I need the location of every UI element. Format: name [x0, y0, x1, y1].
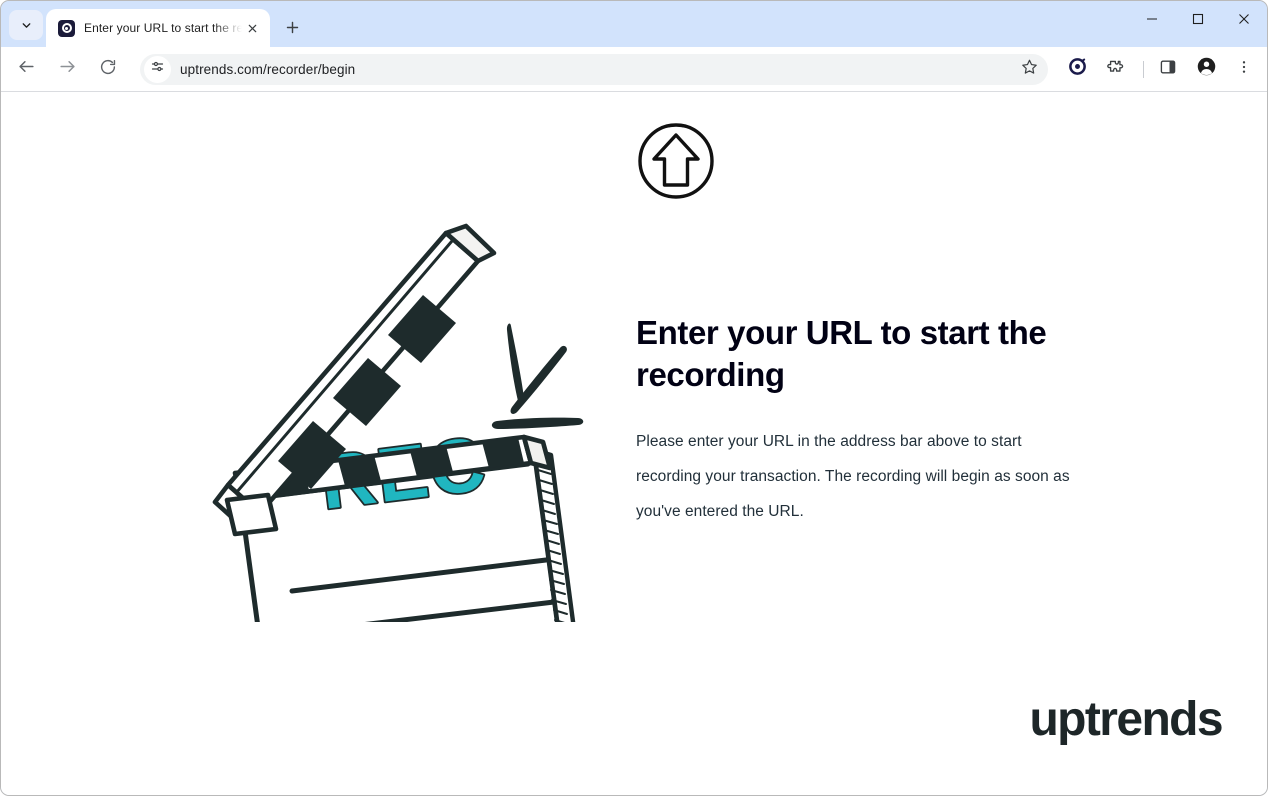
arrow-right-icon: [58, 57, 77, 81]
account-avatar-icon: [1196, 56, 1217, 82]
address-bar-text[interactable]: uptrends.com/recorder/begin: [180, 62, 1016, 77]
close-button[interactable]: [1221, 1, 1267, 41]
reload-button[interactable]: [93, 54, 123, 84]
three-dots-vertical-icon: [1236, 59, 1252, 80]
side-panel-button[interactable]: [1153, 54, 1183, 84]
page-text-block: Enter your URL to start the recording Pl…: [636, 312, 1088, 529]
page-content: REC: [1, 92, 1267, 795]
side-panel-icon: [1159, 58, 1177, 81]
uptrends-recorder-extension-button[interactable]: [1062, 54, 1092, 84]
tune-sliders-icon: [150, 59, 165, 79]
page-title: Enter your URL to start the recording: [636, 314, 1047, 393]
back-button[interactable]: [11, 54, 41, 84]
maximize-icon: [1192, 12, 1204, 30]
site-settings-button[interactable]: [144, 55, 171, 83]
profile-button[interactable]: [1191, 54, 1221, 84]
chevron-down-icon: [20, 19, 33, 32]
reload-icon: [99, 58, 117, 81]
tab-title: Enter your URL to start the reco: [84, 21, 242, 35]
puzzle-piece-icon: [1106, 57, 1125, 81]
browser-window: Enter your URL to start the reco uptrend…: [0, 0, 1268, 796]
clapper-hinge: [224, 492, 279, 537]
arrow-left-icon: [17, 57, 36, 81]
recorder-favicon: [58, 19, 75, 37]
close-icon: [1238, 12, 1250, 30]
tab-search-button[interactable]: [9, 10, 43, 40]
browser-tab[interactable]: Enter your URL to start the reco: [46, 9, 270, 47]
motion-lines: [491, 323, 584, 429]
address-bar[interactable]: uptrends.com/recorder/begin: [140, 53, 1048, 85]
chrome-menu-button[interactable]: [1229, 54, 1259, 84]
record-circle-icon: [1068, 57, 1087, 81]
tab-strip: Enter your URL to start the reco: [1, 1, 1267, 47]
uptrends-logo: uptrends: [1029, 693, 1223, 746]
maximize-button[interactable]: [1175, 1, 1221, 41]
toolbar-divider: [1143, 60, 1144, 78]
new-tab-button[interactable]: [277, 12, 307, 42]
minimize-icon: [1146, 12, 1158, 30]
forward-button[interactable]: [52, 54, 82, 84]
window-controls: [1129, 1, 1267, 41]
arrow-up-in-circle-icon: [636, 121, 716, 201]
browser-toolbar: uptrends.com/recorder/begin: [1, 47, 1267, 92]
tab-close-button[interactable]: [242, 18, 262, 38]
page-description: Please enter your URL in the address bar…: [636, 433, 1070, 520]
minimize-button[interactable]: [1129, 1, 1175, 41]
clapperboard-illustration: REC: [206, 212, 606, 667]
bookmark-button[interactable]: [1016, 56, 1042, 82]
star-icon: [1021, 58, 1038, 80]
extensions-button[interactable]: [1100, 54, 1130, 84]
